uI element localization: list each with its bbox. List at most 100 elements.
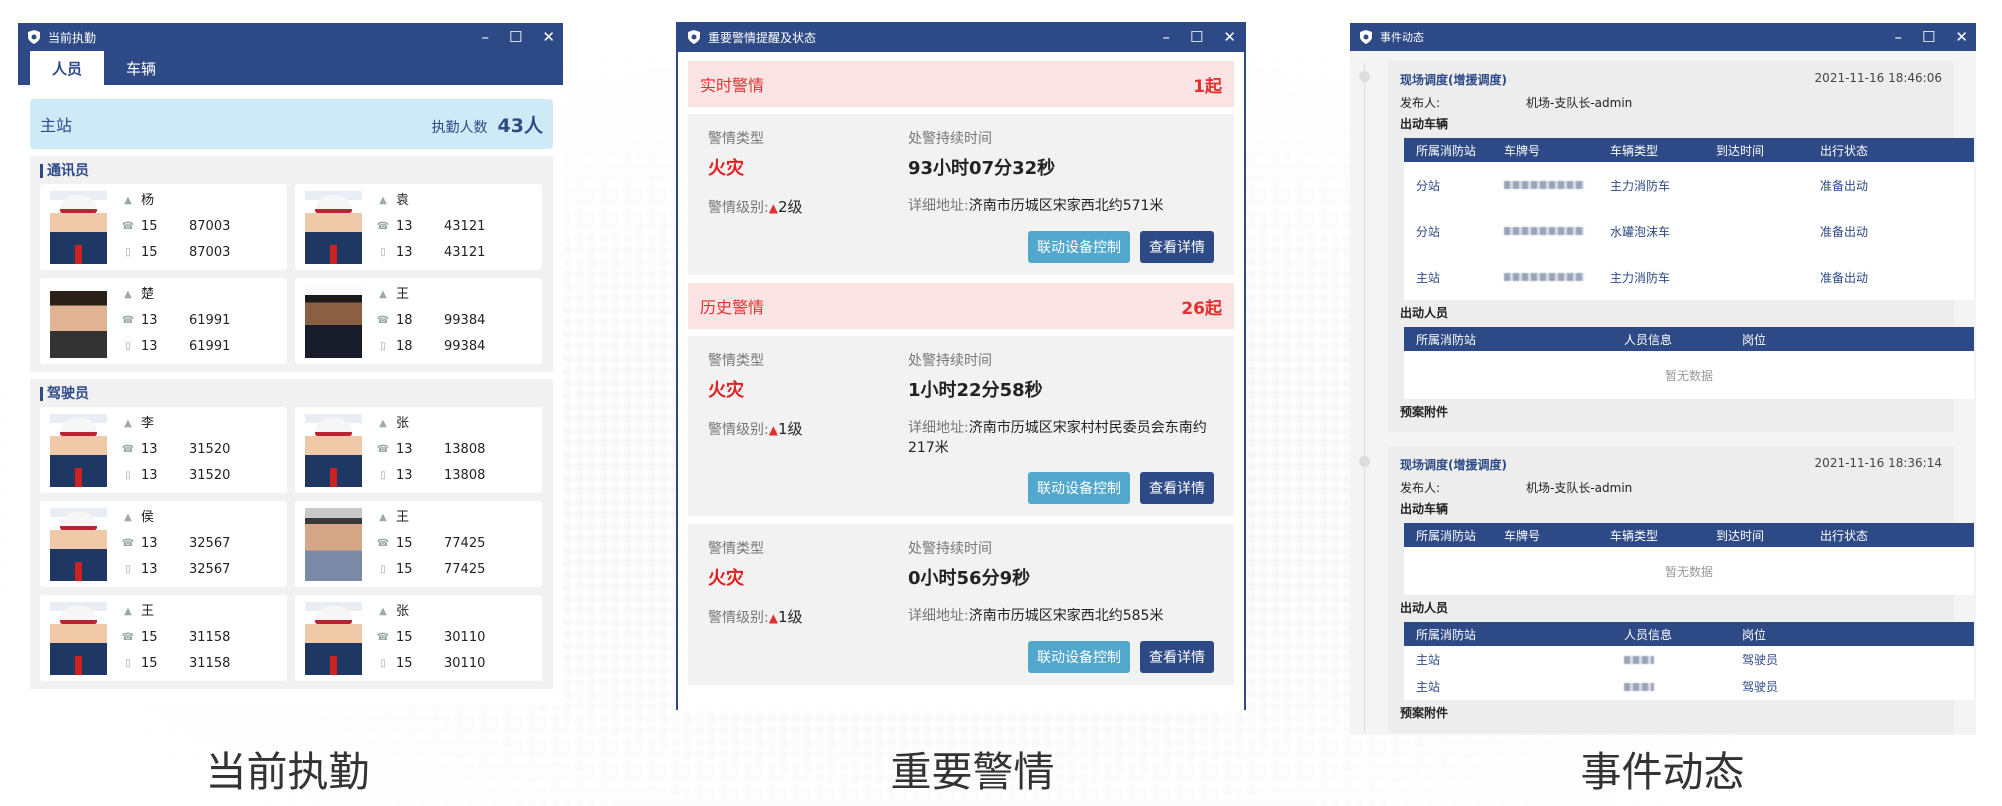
level-label: 警情级别: bbox=[708, 200, 769, 216]
duration-label: 处警持续时间 bbox=[908, 353, 992, 369]
person-info: ▲ 王 ☎ 15 31158 ▯ 15 31158 bbox=[121, 599, 287, 677]
mobile-row: ▯ 13 32567 bbox=[121, 557, 287, 583]
name-row: ▲ 王 bbox=[376, 505, 542, 531]
phone-icon: ☎ bbox=[121, 538, 135, 549]
mobile-tail: 13808 bbox=[444, 468, 486, 483]
person-info: ▲ 袁 ☎ 13 43121 ▯ 13 43121 bbox=[376, 188, 542, 266]
column-header: 出行状态 bbox=[1820, 528, 1869, 543]
phone-icon: ☎ bbox=[121, 315, 135, 326]
minimize-icon[interactable]: – bbox=[1894, 28, 1902, 46]
tab-vehicles[interactable]: 车辆 bbox=[104, 51, 178, 85]
address-label: 详细地址: bbox=[908, 198, 969, 214]
level-value: 1级 bbox=[777, 608, 803, 626]
close-icon[interactable]: ✕ bbox=[542, 28, 555, 46]
redacted-plate bbox=[1504, 273, 1584, 281]
publisher-label: 发布人: bbox=[1400, 481, 1441, 495]
minimize-icon[interactable]: – bbox=[481, 28, 489, 46]
person-card[interactable]: ▲ 张 ☎ 13 13808 ▯ 13 13808 bbox=[295, 407, 542, 493]
redacted-name bbox=[1624, 682, 1654, 691]
alert-card: 警情类型 处警持续时间 火灾 1小时22分58秒 警情级别:▲1级 详细地址:济南市历城区… bbox=[688, 336, 1234, 516]
event-card: 现场调度(增援调度) 2021-11-16 18:36:14 发布人: 机场-支队长-… bbox=[1359, 446, 1974, 733]
plate-blurred bbox=[1492, 224, 1598, 238]
view-detail-button[interactable]: 查看详情 bbox=[1140, 641, 1214, 673]
person-card[interactable]: ▲ 王 ☎ 15 77425 ▯ 15 77425 bbox=[295, 501, 542, 587]
phone-tail: 13808 bbox=[444, 442, 486, 457]
mobile-row: ▯ 15 30110 bbox=[376, 651, 542, 677]
view-detail-button[interactable]: 查看详情 bbox=[1140, 472, 1214, 504]
person-info: ▲ 侯 ☎ 13 32567 ▯ 13 32567 bbox=[121, 505, 287, 583]
maximize-icon[interactable]: ☐ bbox=[509, 28, 522, 46]
vehicle-station: 分站 bbox=[1416, 178, 1441, 193]
alert-type: 火灾 bbox=[708, 158, 744, 179]
device-control-button[interactable]: 联动设备控制 bbox=[1028, 641, 1130, 673]
redacted-plate bbox=[1504, 181, 1584, 189]
mobile-row: ▯ 13 43121 bbox=[376, 240, 542, 266]
phone-icon: ☎ bbox=[121, 444, 135, 455]
vehicle-status: 准备出动 bbox=[1820, 178, 1869, 193]
column-header: 车牌号 bbox=[1504, 143, 1541, 158]
table-row: 主站 驾驶员 bbox=[1404, 646, 1974, 673]
person-info: ▲ 杨 ☎ 15 87003 ▯ 15 87003 bbox=[121, 188, 287, 266]
plate-blurred bbox=[1492, 178, 1598, 192]
person-info-blurred bbox=[1612, 653, 1730, 667]
close-icon[interactable]: ✕ bbox=[1955, 28, 1968, 46]
level-label: 警情级别: bbox=[708, 422, 769, 438]
alert-card: 警情类型 处警持续时间 火灾 93小时07分32秒 警情级别:▲2级 详细地址:济南市历城… bbox=[688, 114, 1234, 275]
view-detail-button[interactable]: 查看详情 bbox=[1140, 231, 1214, 263]
avatar bbox=[305, 413, 362, 487]
phone-tail: 61991 bbox=[189, 313, 231, 328]
person-card[interactable]: ▲ 袁 ☎ 13 43121 ▯ 13 43121 bbox=[295, 184, 542, 270]
mobile-tail: 77425 bbox=[444, 562, 486, 577]
shield-icon bbox=[1358, 29, 1374, 45]
avatar bbox=[50, 284, 107, 358]
phone-row: ☎ 13 13808 bbox=[376, 437, 542, 463]
person-name: 袁 bbox=[396, 193, 410, 208]
minimize-icon[interactable]: – bbox=[1162, 28, 1170, 46]
close-icon[interactable]: ✕ bbox=[1223, 28, 1236, 46]
phone-tail: 87003 bbox=[189, 219, 231, 234]
tab-personnel[interactable]: 人员 bbox=[30, 51, 105, 85]
person-card[interactable]: ▲ 杨 ☎ 15 87003 ▯ 15 87003 bbox=[40, 184, 287, 270]
realtime-alert-banner: 实时警情 1起 bbox=[688, 61, 1234, 107]
name-row: ▲ 李 bbox=[121, 411, 287, 437]
phone-row: ☎ 15 30110 bbox=[376, 625, 542, 651]
column-header: 车辆类型 bbox=[1610, 528, 1659, 543]
caption-alerts: 重要警情 bbox=[890, 748, 1055, 796]
flame-icon: ▲ bbox=[768, 611, 778, 625]
mobile-tail: 30110 bbox=[444, 656, 486, 671]
vehicle-station: 主站 bbox=[1416, 270, 1441, 285]
plate-blurred bbox=[1492, 270, 1598, 284]
mobile-prefix: 13 bbox=[141, 562, 158, 577]
maximize-icon[interactable]: ☐ bbox=[1190, 28, 1203, 46]
column-header: 所属消防站 bbox=[1416, 528, 1477, 543]
phone-row: ☎ 15 87003 bbox=[121, 214, 287, 240]
mobile-prefix: 15 bbox=[141, 245, 158, 260]
alert-duration: 1小时22分58秒 bbox=[908, 380, 1043, 401]
phone-tail: 31520 bbox=[189, 442, 231, 457]
realtime-count: 1起 bbox=[1193, 76, 1222, 97]
column-header: 人员信息 bbox=[1624, 332, 1673, 347]
vehicle-status: 准备出动 bbox=[1820, 224, 1869, 239]
name-row: ▲ 袁 bbox=[376, 188, 542, 214]
person-card[interactable]: ▲ 李 ☎ 13 31520 ▯ 13 31520 bbox=[40, 407, 287, 493]
person-card[interactable]: ▲ 侯 ☎ 13 32567 ▯ 13 32567 bbox=[40, 501, 287, 587]
maximize-icon[interactable]: ☐ bbox=[1922, 28, 1935, 46]
attachments-heading: 预案附件 bbox=[1400, 706, 1449, 720]
redacted-name bbox=[1624, 655, 1654, 664]
title-bar: 重要警情提醒及状态 – ☐ ✕ bbox=[678, 22, 1244, 52]
person-name: 杨 bbox=[141, 193, 155, 208]
person-card[interactable]: ▲ 楚 ☎ 13 61991 ▯ 13 61991 bbox=[40, 278, 287, 364]
column-header: 所属消防站 bbox=[1416, 143, 1477, 158]
device-control-button[interactable]: 联动设备控制 bbox=[1028, 231, 1130, 263]
user-icon: ▲ bbox=[124, 195, 132, 206]
mobile-row: ▯ 13 13808 bbox=[376, 463, 542, 489]
person-card[interactable]: ▲ 张 ☎ 15 30110 ▯ 15 30110 bbox=[295, 595, 542, 681]
person-info: ▲ 李 ☎ 13 31520 ▯ 13 31520 bbox=[121, 411, 287, 489]
event-title: 现场调度(增援调度) bbox=[1400, 73, 1507, 87]
user-icon: ▲ bbox=[379, 289, 387, 300]
person-name: 张 bbox=[396, 604, 410, 619]
person-card[interactable]: ▲ 王 ☎ 15 31158 ▯ 15 31158 bbox=[40, 595, 287, 681]
window-title: 重要警情提醒及状态 bbox=[708, 30, 817, 45]
person-card[interactable]: ▲ 王 ☎ 18 99384 ▯ 18 99384 bbox=[295, 278, 542, 364]
device-control-button[interactable]: 联动设备控制 bbox=[1028, 472, 1130, 504]
